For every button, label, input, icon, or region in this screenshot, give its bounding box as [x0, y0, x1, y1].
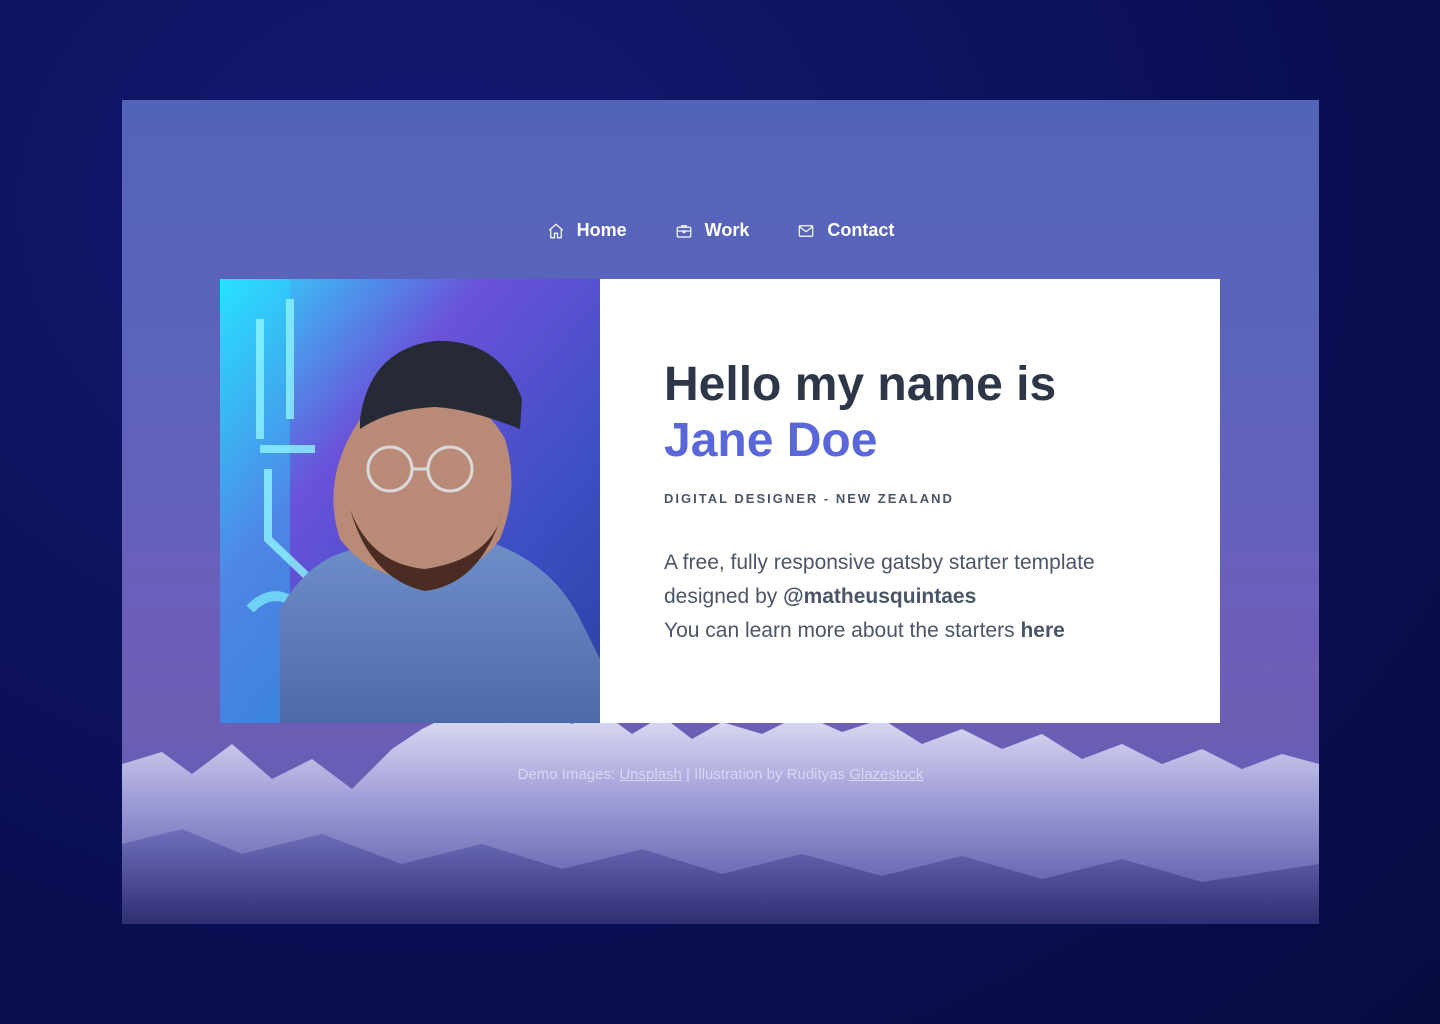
main-nav: Home Work Contact: [122, 220, 1319, 241]
nav-work-label: Work: [704, 220, 750, 240]
starters-link[interactable]: here: [1020, 619, 1064, 642]
hero-description: A free, fully responsive gatsby starter …: [664, 546, 1156, 648]
unsplash-link[interactable]: Unsplash: [619, 766, 682, 783]
nav-home[interactable]: Home: [547, 220, 627, 241]
author-handle: @matheusquintaes: [783, 585, 977, 608]
desc-line-2-prefix: designed by: [664, 585, 784, 608]
hero-name: Jane Doe: [664, 414, 878, 467]
hero-greeting: Hello my name is: [664, 358, 1057, 411]
desc-line-1: A free, fully responsive gatsby starter …: [664, 551, 1095, 574]
hero-headline: Hello my name is Jane Doe: [664, 357, 1156, 469]
nav-home-label: Home: [576, 220, 627, 240]
nav-contact[interactable]: Contact: [797, 220, 894, 241]
mountains-background: [122, 704, 1319, 924]
profile-photo: [220, 279, 600, 723]
glazestock-link[interactable]: Glazestock: [849, 766, 923, 783]
home-icon: [548, 222, 563, 238]
briefcase-icon: [676, 224, 692, 238]
credits-prefix: Demo Images:: [517, 766, 620, 783]
nav-work[interactable]: Work: [675, 220, 750, 241]
credits-footer: Demo Images: Unsplash | Illustration by …: [122, 766, 1319, 783]
desc-line-3-prefix: You can learn more about the starters: [664, 619, 1021, 642]
hero-content: Hello my name is Jane Doe DIGITAL DESIGN…: [600, 279, 1220, 723]
nav-contact-label: Contact: [827, 220, 895, 240]
page-frame: Home Work Contact Hello my name is Jane …: [122, 100, 1319, 924]
portrait-illustration: [220, 279, 600, 723]
credits-middle: | Illustration by Rudityas: [681, 766, 850, 783]
mail-icon: [798, 224, 814, 237]
hero-subtitle: DIGITAL DESIGNER - NEW ZEALAND: [664, 491, 954, 506]
hero-card: Hello my name is Jane Doe DIGITAL DESIGN…: [220, 279, 1220, 723]
